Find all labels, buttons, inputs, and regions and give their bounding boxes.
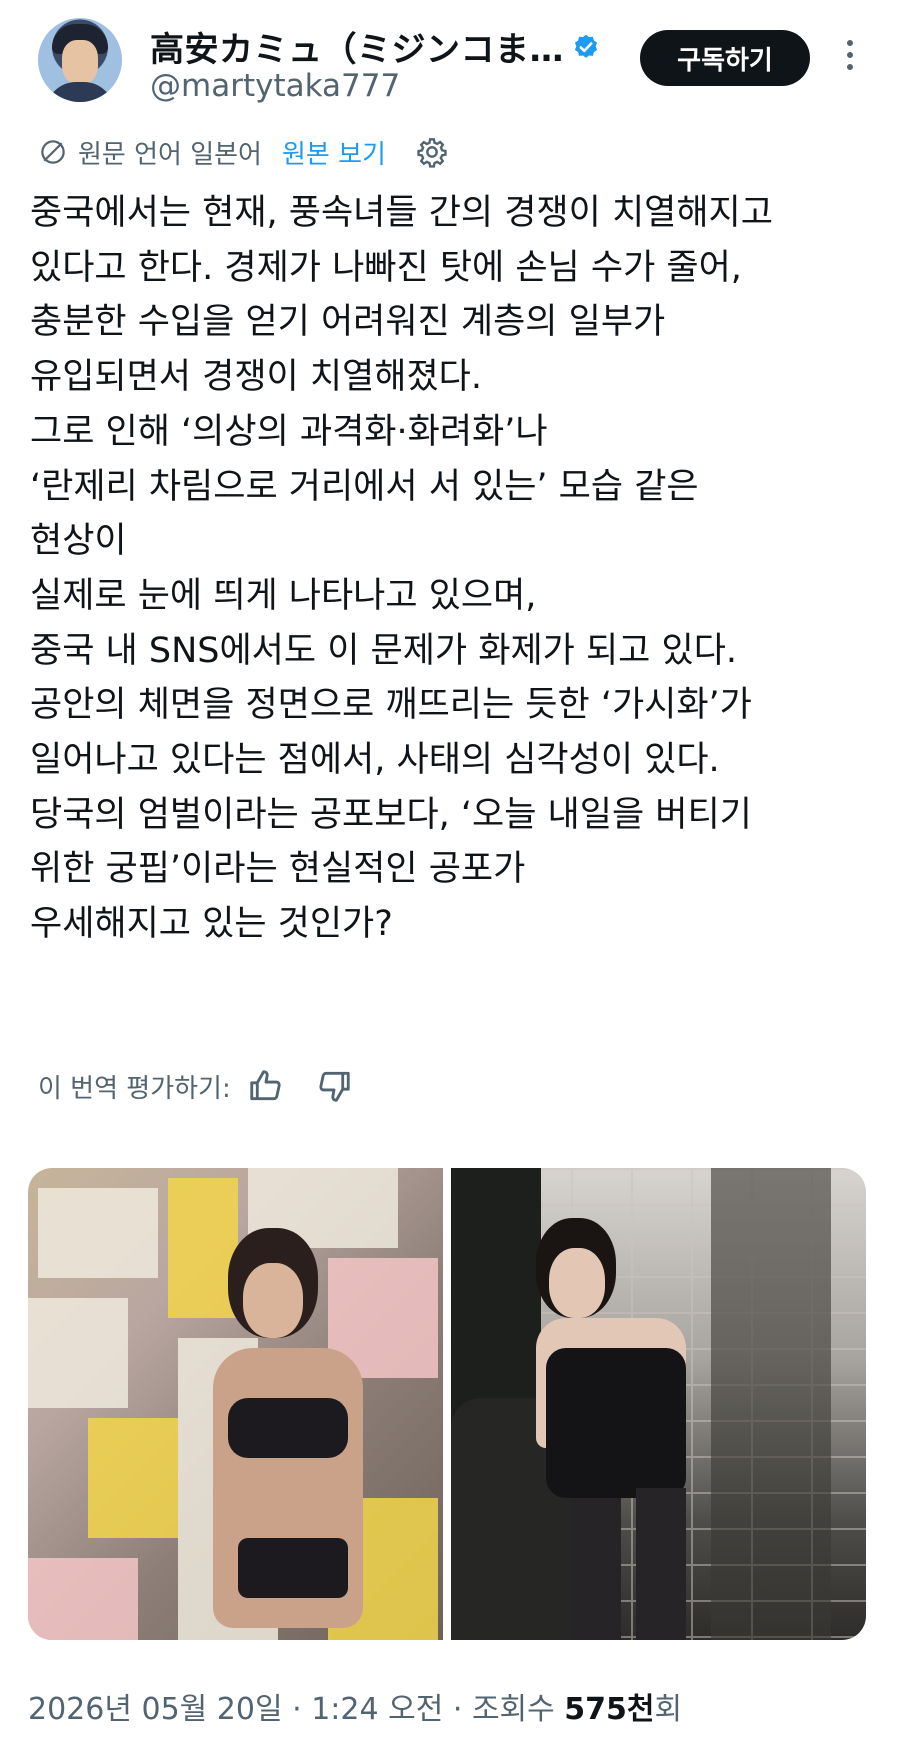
user-handle[interactable]: @martytaka777 bbox=[150, 68, 400, 104]
views-count: 575천 bbox=[564, 1692, 655, 1727]
tweet-header: 高安カミュ（ミジンコま… @martytaka777 구독하기 bbox=[0, 0, 900, 130]
tweet-line: 현상이 bbox=[30, 521, 127, 562]
tweet-meta: 2026년 05월 20일 · 1:24 오전 · 조회수 575천회 bbox=[28, 1692, 683, 1727]
translation-bar: 원문 언어 일본어 원본 보기 bbox=[38, 130, 448, 174]
tweet-line: ‘란제리 차림으로 거리에서 서 있는’ 모습 같은 bbox=[30, 466, 699, 507]
tweet-line: 충분한 수입을 얻기 어려워진 계층의 일부가 bbox=[30, 302, 666, 343]
verified-badge-icon bbox=[574, 34, 598, 58]
tweet-line: 당국의 엄벌이라는 공포보다, ‘오늘 내일을 버티기 bbox=[30, 794, 752, 835]
more-options-icon[interactable] bbox=[840, 40, 860, 80]
translate-icon bbox=[41, 140, 65, 164]
tweet-text: 중국에서는 현재, 풍속녀들 간의 경쟁이 치열해지고 있다고 한다. 경제가 … bbox=[30, 186, 870, 952]
rate-translation-label: 이 번역 평가하기: bbox=[38, 1073, 231, 1104]
display-name[interactable]: 高安カミュ（ミジンコま… bbox=[150, 22, 564, 71]
tweet-line: 공안의 체면을 정면으로 깨뜨리는 듯한 ‘가시화’가 bbox=[30, 685, 752, 726]
avatar[interactable] bbox=[38, 18, 122, 102]
tweet-line: 우세해지고 있는 것인가? bbox=[30, 904, 393, 945]
views-prefix: 조회수 bbox=[471, 1692, 555, 1727]
tweet-line: 중국 내 SNS에서도 이 문제가 화제가 되고 있다. bbox=[30, 630, 738, 671]
tweet-line: 있다고 한다. 경제가 나빠진 탓에 손님 수가 줄어, bbox=[30, 247, 742, 288]
tweet-date[interactable]: 2026년 05월 20일 bbox=[28, 1692, 283, 1727]
tweet-line: 실제로 눈에 띄게 나타나고 있으며, bbox=[30, 575, 537, 616]
tweet-line: 위한 궁핍’이라는 현실적인 공포가 bbox=[30, 849, 526, 890]
views-suffix: 회 bbox=[654, 1692, 683, 1727]
photo-right[interactable] bbox=[451, 1168, 866, 1640]
name-row: 高安カミュ（ミジンコま… bbox=[150, 22, 600, 71]
source-language-label: 원문 언어 일본어 bbox=[78, 139, 262, 170]
subscribe-button[interactable]: 구독하기 bbox=[640, 30, 810, 86]
rate-translation-bar: 이 번역 평가하기: bbox=[38, 1064, 353, 1108]
gear-icon[interactable] bbox=[416, 136, 448, 168]
tweet-line: 유입되면서 경쟁이 치열해졌다. bbox=[30, 357, 482, 398]
photo-left[interactable] bbox=[28, 1168, 443, 1640]
tweet-time[interactable]: 1:24 오전 bbox=[311, 1692, 443, 1727]
thumbs-down-icon[interactable] bbox=[315, 1067, 353, 1105]
tweet-line: 중국에서는 현재, 풍속녀들 간의 경쟁이 치열해지고 bbox=[30, 193, 773, 233]
thumbs-up-icon[interactable] bbox=[247, 1067, 285, 1105]
tweet-line: 일어나고 있다는 점에서, 사태의 심각성이 있다. bbox=[30, 740, 720, 781]
media-gallery bbox=[28, 1168, 866, 1640]
view-original-link[interactable]: 원본 보기 bbox=[282, 134, 386, 171]
tweet-line: 그로 인해 ‘의상의 과격화·화려화’나 bbox=[30, 411, 548, 452]
